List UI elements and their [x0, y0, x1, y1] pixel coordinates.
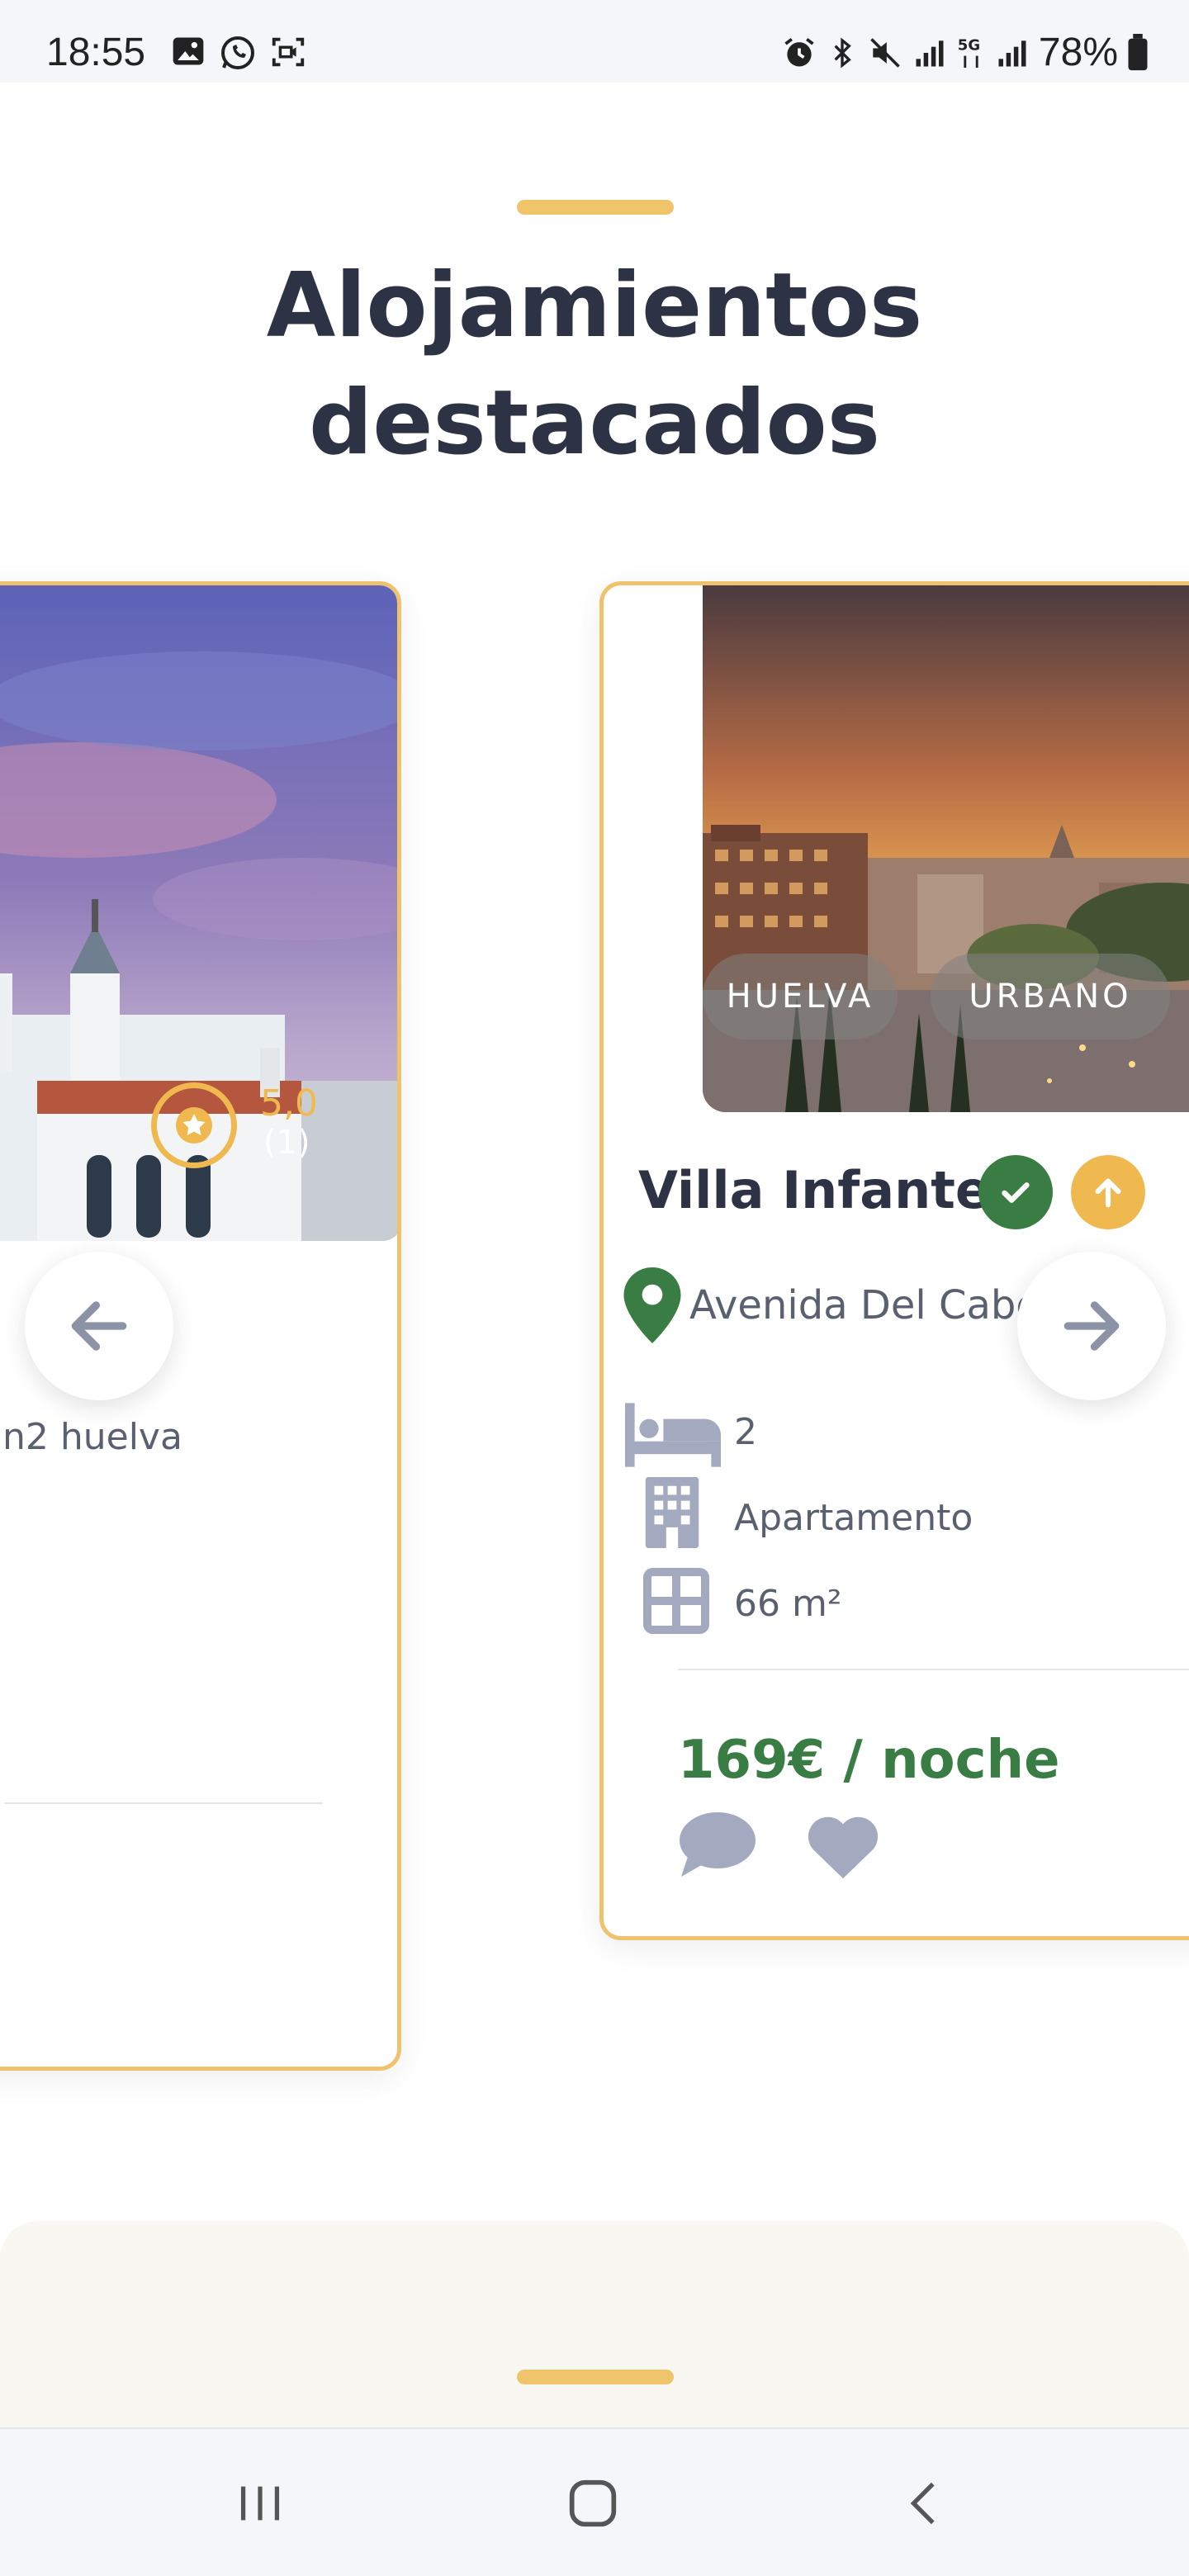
rating-count: (1): [263, 1124, 310, 1162]
verified-badge: [978, 1155, 1053, 1229]
carousel-next-button[interactable]: [1017, 1252, 1166, 1400]
gallery-icon: [173, 37, 204, 65]
bed-icon: [625, 1403, 721, 1467]
rating-star-badge: [151, 1082, 237, 1168]
area-size: 66 m²: [734, 1583, 842, 1625]
featured-badge: [1071, 1155, 1145, 1229]
status-bar: 18:55 5G 78%: [0, 0, 1189, 83]
bluetooth-icon: [834, 37, 851, 68]
building-icon: [645, 1477, 699, 1548]
card-title[interactable]: Villa Infante: [638, 1160, 990, 1220]
tag-urbano[interactable]: URBANO: [931, 954, 1170, 1039]
signal-icon: [998, 40, 1026, 66]
section-accent-bar: [517, 2370, 674, 2384]
status-right-icons: 5G 78%: [781, 30, 1149, 75]
alarm-icon: [784, 37, 814, 66]
system-navigation-bar: [0, 2427, 1189, 2576]
address-text: Avenida Del Cabe: [689, 1282, 1040, 1328]
beds-count: 2: [734, 1411, 757, 1453]
mute-icon: [870, 37, 900, 68]
area-grid-icon: [643, 1568, 709, 1634]
rating-score: 5,0: [260, 1082, 318, 1125]
back-button[interactable]: [897, 2470, 955, 2536]
location-pin-icon: [623, 1267, 681, 1343]
battery-percent: 78%: [1038, 31, 1118, 74]
screen-record-icon: [272, 37, 305, 67]
title-line-1: Alojamientos: [266, 254, 923, 358]
star-icon: [176, 1107, 212, 1144]
home-button[interactable]: [561, 2470, 624, 2536]
check-icon: [1002, 1182, 1030, 1203]
comment-icon[interactable]: [678, 1811, 757, 1880]
recent-apps-button[interactable]: [231, 2470, 289, 2536]
svg-text:5G: 5G: [958, 36, 980, 54]
5g-icon: 5G: [958, 36, 980, 68]
signal-icon: [916, 40, 944, 66]
arrow-right-icon: [1063, 1301, 1120, 1351]
favorite-heart-icon[interactable]: [805, 1811, 881, 1880]
arrow-left-icon: [71, 1301, 127, 1351]
section-accent-bar: [517, 200, 674, 215]
carousel-prev-button[interactable]: [25, 1252, 173, 1400]
card-divider: [4, 1802, 323, 1804]
arrow-up-icon: [1095, 1178, 1121, 1208]
status-time: 18:55: [46, 31, 146, 74]
title-line-2: destacados: [308, 372, 881, 475]
tag-huelva[interactable]: HUELVA: [703, 954, 898, 1039]
whatsapp-icon: [221, 36, 254, 69]
section-title: Alojamientos destacados: [0, 248, 1189, 482]
battery-icon: [1128, 33, 1148, 70]
price-per-night: 169€ / noche: [678, 1730, 1060, 1791]
property-type: Apartamento: [734, 1497, 973, 1539]
card-divider: [678, 1669, 1189, 1670]
status-left-icons: [170, 33, 307, 73]
card-address: n2 huelva: [2, 1416, 182, 1458]
